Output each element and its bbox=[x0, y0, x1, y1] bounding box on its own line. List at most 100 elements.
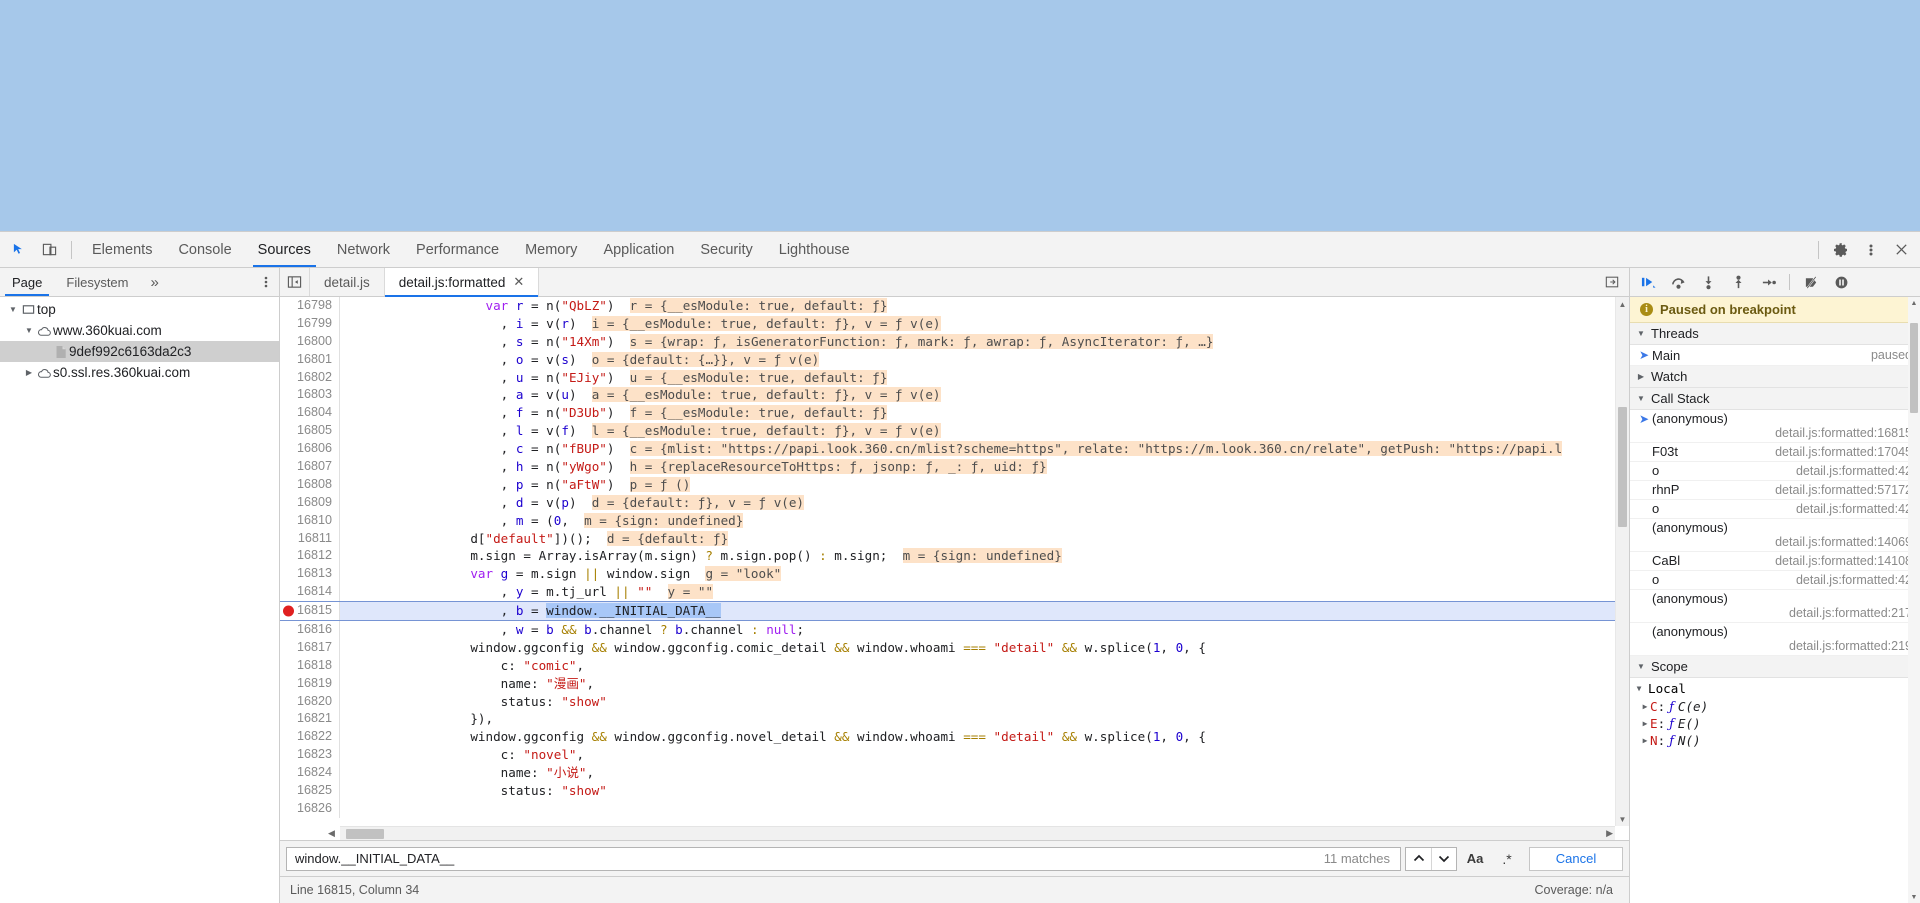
call-stack-frame[interactable]: (anonymous) detail.js:formatted:217 bbox=[1630, 590, 1920, 623]
code-line[interactable]: 16818 c: "comic", bbox=[280, 656, 1615, 675]
tab-lighthouse[interactable]: Lighthouse bbox=[766, 232, 863, 267]
editor-hscroll-thumb[interactable] bbox=[346, 828, 384, 839]
line-number-gutter[interactable]: 16820 bbox=[280, 692, 340, 711]
twisty-icon[interactable]: ▼ bbox=[22, 326, 36, 335]
section-header-watch[interactable]: ▶ Watch bbox=[1630, 366, 1920, 388]
code-line[interactable]: 16823 c: "novel", bbox=[280, 746, 1615, 765]
nav-tab-page[interactable]: Page bbox=[0, 268, 54, 296]
code-line[interactable]: 16824 name: "小说", bbox=[280, 764, 1615, 783]
tab-sources[interactable]: Sources bbox=[245, 232, 324, 267]
match-case-button[interactable]: Aa bbox=[1461, 847, 1489, 871]
code-line[interactable]: 16810 , m = (0, m = {sign: undefined} bbox=[280, 511, 1615, 530]
line-number-gutter[interactable]: 16803 bbox=[280, 386, 340, 405]
line-number-gutter[interactable]: 16814 bbox=[280, 583, 340, 602]
line-number-gutter[interactable]: 16818 bbox=[280, 656, 340, 675]
tab-console[interactable]: Console bbox=[165, 232, 244, 267]
section-header-call-stack[interactable]: ▼ Call Stack bbox=[1630, 388, 1920, 410]
tree-item-www-360kuai[interactable]: ▼ www.360kuai.com bbox=[0, 320, 279, 341]
step-out-icon[interactable] bbox=[1724, 270, 1752, 294]
step-over-icon[interactable] bbox=[1664, 270, 1692, 294]
step-into-icon[interactable] bbox=[1694, 270, 1722, 294]
scroll-left-arrow-icon[interactable]: ◀ bbox=[328, 828, 335, 839]
code-line[interactable]: 16815 , b = window.__INITIAL_DATA__ bbox=[280, 601, 1615, 622]
twisty-icon[interactable]: ▶ bbox=[22, 368, 36, 377]
scroll-down-arrow-icon[interactable]: ▼ bbox=[1616, 812, 1629, 826]
code-line[interactable]: 16806 , c = n("fBUP") c = {mlist: "https… bbox=[280, 440, 1615, 459]
code-line[interactable]: 16826 bbox=[280, 799, 1615, 818]
tab-security[interactable]: Security bbox=[687, 232, 765, 267]
editor-vertical-scrollbar[interactable]: ▲ ▼ bbox=[1615, 297, 1629, 826]
twisty-icon[interactable]: ▼ bbox=[6, 305, 20, 314]
call-stack-frame[interactable]: F03t detail.js:formatted:17045 bbox=[1630, 443, 1920, 462]
use-regex-button[interactable]: .* bbox=[1493, 847, 1521, 871]
line-number-gutter[interactable]: 16823 bbox=[280, 746, 340, 765]
line-number-gutter[interactable]: 16805 bbox=[280, 422, 340, 441]
editor-tab-detail-js-formatted[interactable]: detail.js:formatted ✕ bbox=[384, 268, 540, 297]
line-number-gutter[interactable]: 16804 bbox=[280, 404, 340, 423]
inspect-element-icon[interactable] bbox=[4, 236, 34, 264]
tab-memory[interactable]: Memory bbox=[512, 232, 590, 267]
code-line[interactable]: 16811 d["default"])(); d = {default: ƒ} bbox=[280, 529, 1615, 548]
tree-item-top[interactable]: ▼ top bbox=[0, 299, 279, 320]
code-line[interactable]: 16809 , d = v(p) d = {default: ƒ}, v = ƒ… bbox=[280, 493, 1615, 512]
line-number-gutter[interactable]: 16799 bbox=[280, 314, 340, 333]
call-stack-frame[interactable]: o detail.js:formatted:42 bbox=[1630, 500, 1920, 519]
code-line[interactable]: 16800 , s = n("14Xm") s = {wrap: ƒ, isGe… bbox=[280, 332, 1615, 351]
call-stack-frame[interactable]: (anonymous) detail.js:formatted:219 bbox=[1630, 623, 1920, 656]
scope-local-header[interactable]: ▼ Local bbox=[1630, 678, 1920, 698]
open-in-new-icon[interactable] bbox=[1595, 268, 1629, 296]
search-input[interactable] bbox=[295, 851, 1324, 866]
call-stack-frame[interactable]: (anonymous) detail.js:formatted:14069 bbox=[1630, 519, 1920, 552]
coverage-label[interactable]: Coverage: n/a bbox=[1534, 883, 1619, 897]
line-number-gutter[interactable]: 16824 bbox=[280, 764, 340, 783]
chevron-right-icon[interactable]: ▶ bbox=[1640, 702, 1650, 711]
code-line[interactable]: 16803 , a = v(u) a = {__esModule: true, … bbox=[280, 386, 1615, 405]
call-stack-frame[interactable]: o detail.js:formatted:42 bbox=[1630, 571, 1920, 590]
breakpoint-icon[interactable] bbox=[283, 605, 294, 617]
close-icon[interactable] bbox=[1886, 236, 1916, 264]
scope-variable-row[interactable]: ▶ E: ƒ E() bbox=[1630, 715, 1920, 732]
section-header-threads[interactable]: ▼ Threads bbox=[1630, 323, 1920, 345]
code-line[interactable]: 16816 , w = b && b.channel ? b.channel :… bbox=[280, 621, 1615, 639]
scope-variable-row[interactable]: ▶ C: ƒ C(e) bbox=[1630, 698, 1920, 715]
chevron-right-icon[interactable]: ▶ bbox=[1640, 736, 1650, 745]
code-line[interactable]: 16817 window.ggconfig && window.ggconfig… bbox=[280, 638, 1615, 657]
call-stack-frame[interactable]: rhnP detail.js:formatted:57172 bbox=[1630, 481, 1920, 500]
code-line[interactable]: 16825 status: "show" bbox=[280, 782, 1615, 800]
line-number-gutter[interactable]: 16801 bbox=[280, 350, 340, 369]
line-number-gutter[interactable]: 16812 bbox=[280, 547, 340, 566]
code-line[interactable]: 16807 , h = n("yWgo") h = {replaceResour… bbox=[280, 458, 1615, 476]
device-toolbar-icon[interactable] bbox=[34, 236, 64, 264]
step-icon[interactable] bbox=[1754, 270, 1782, 294]
pause-on-exceptions-icon[interactable] bbox=[1827, 270, 1855, 294]
line-number-gutter[interactable]: 16810 bbox=[280, 511, 340, 530]
thread-row-main[interactable]: ➤ Main paused bbox=[1630, 345, 1920, 366]
line-number-gutter[interactable]: 16816 bbox=[280, 621, 340, 639]
code-line[interactable]: 16820 status: "show" bbox=[280, 692, 1615, 711]
close-icon[interactable]: ✕ bbox=[513, 274, 524, 290]
deactivate-breakpoints-icon[interactable] bbox=[1797, 270, 1825, 294]
debugger-vertical-scrollbar[interactable]: ▲ ▼ bbox=[1908, 297, 1920, 903]
line-number-gutter[interactable]: 16815 bbox=[280, 602, 340, 621]
line-number-gutter[interactable]: 16807 bbox=[280, 458, 340, 476]
scroll-up-arrow-icon[interactable]: ▲ bbox=[1908, 297, 1920, 309]
code-line[interactable]: 16805 , l = v(f) l = {__esModule: true, … bbox=[280, 422, 1615, 441]
code-line[interactable]: 16799 , i = v(r) i = {__esModule: true, … bbox=[280, 314, 1615, 333]
nav-tab-filesystem[interactable]: Filesystem bbox=[54, 268, 140, 296]
line-number-gutter[interactable]: 16811 bbox=[280, 529, 340, 548]
call-stack-frame[interactable]: CaBl detail.js:formatted:14108 bbox=[1630, 552, 1920, 571]
code-line[interactable]: 16822 window.ggconfig && window.ggconfig… bbox=[280, 728, 1615, 747]
kebab-menu-icon[interactable] bbox=[1856, 236, 1886, 264]
code-line[interactable]: 16819 name: "漫画", bbox=[280, 674, 1615, 693]
code-line[interactable]: 16814 , y = m.tj_url || "" y = "" bbox=[280, 583, 1615, 602]
call-stack-frame[interactable]: ➤ (anonymous) detail.js:formatted:16815 bbox=[1630, 410, 1920, 443]
call-stack-frame[interactable]: o detail.js:formatted:42 bbox=[1630, 462, 1920, 481]
line-number-gutter[interactable]: 16800 bbox=[280, 332, 340, 351]
scope-variable-row[interactable]: ▶ N: ƒ N() bbox=[1630, 732, 1920, 749]
line-number-gutter[interactable]: 16821 bbox=[280, 710, 340, 729]
line-number-gutter[interactable]: 16825 bbox=[280, 782, 340, 800]
line-number-gutter[interactable]: 16817 bbox=[280, 638, 340, 657]
cancel-button[interactable]: Cancel bbox=[1529, 846, 1623, 871]
tab-network[interactable]: Network bbox=[324, 232, 403, 267]
line-number-gutter[interactable]: 16826 bbox=[280, 799, 340, 818]
